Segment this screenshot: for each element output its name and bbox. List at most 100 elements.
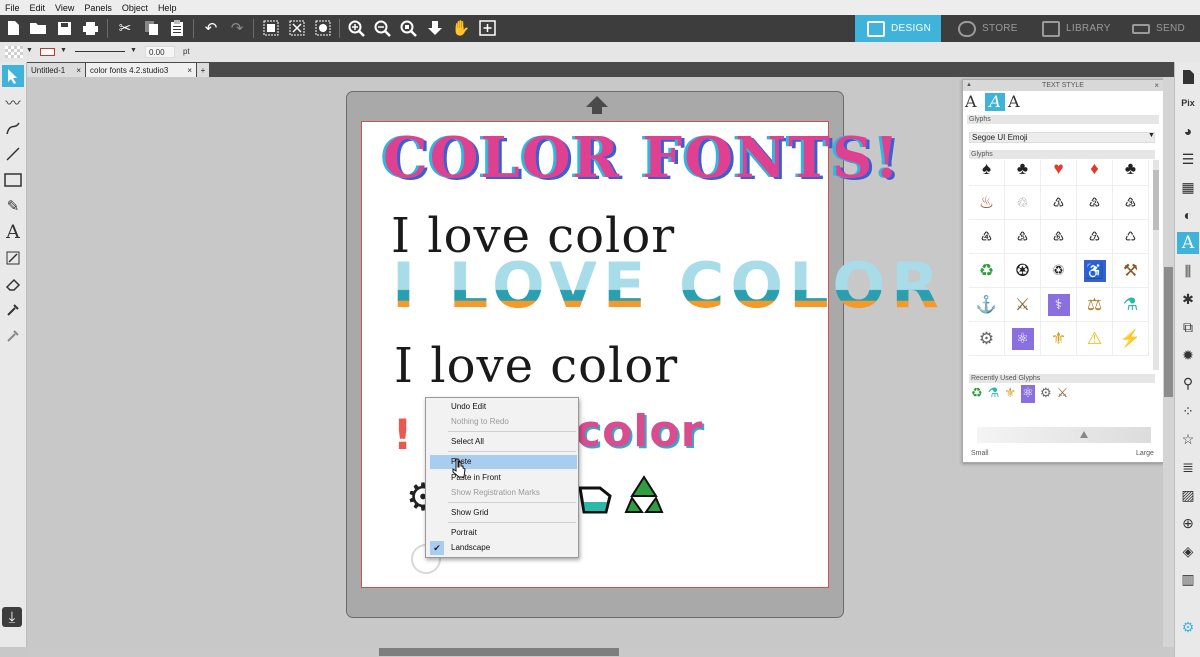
rhinestone-icon[interactable]: ◈ (1177, 540, 1199, 562)
line-color-swatch[interactable] (40, 48, 55, 56)
close-icon[interactable]: × (1154, 80, 1159, 91)
modify-icon[interactable]: ⧉ (1177, 316, 1199, 338)
fill-dropdown-icon[interactable]: ▼ (26, 47, 33, 54)
text-format-tab-icon[interactable]: A (965, 93, 983, 111)
menu-view[interactable]: View (55, 3, 74, 13)
hatch-icon[interactable]: ▨ (1177, 484, 1199, 506)
design-line-holly[interactable]: I love color (394, 338, 678, 394)
fill-pattern-icon[interactable]: ▦ (1177, 176, 1199, 198)
glyph-grid-scrollbar[interactable] (1153, 160, 1159, 370)
placed-potion-glyph[interactable] (578, 478, 614, 516)
glyph-cell[interactable]: ⚕ (1041, 288, 1077, 322)
placed-recycle-glyph[interactable] (622, 474, 666, 518)
menu-help[interactable]: Help (158, 3, 177, 13)
glyph-cell[interactable]: ⚔ (1005, 288, 1041, 322)
glyphs-tab-icon[interactable]: A (985, 93, 1005, 111)
settings-gear-icon[interactable]: ⚙ (1177, 616, 1199, 638)
copy-icon[interactable] (140, 17, 162, 39)
doc-tab-untitled[interactable]: Untitled-1 × (27, 63, 85, 77)
offset-icon[interactable]: ✹ (1177, 344, 1199, 366)
glyph-cell[interactable]: ⚓ (969, 288, 1005, 322)
text-style-icon[interactable]: A (1177, 232, 1199, 254)
glyph-cell[interactable]: ⚖ (1077, 288, 1113, 322)
menu-edit[interactable]: Edit (30, 3, 46, 13)
glyph-cell[interactable]: ♿ (1077, 254, 1113, 288)
tab-send[interactable]: SEND (1120, 15, 1200, 42)
pen-tool-icon[interactable] (2, 325, 24, 347)
glyph-cell[interactable]: ♠ (969, 160, 1005, 186)
tab-design[interactable]: DESIGN (855, 15, 941, 42)
glyph-cell[interactable]: ♼ (1005, 254, 1041, 288)
new-tab-button[interactable]: + (197, 63, 209, 77)
tab-library[interactable]: LIBRARY (1030, 15, 1116, 42)
text-tool-icon[interactable]: A (2, 221, 24, 243)
recent-glyph[interactable]: ⚔ (1057, 385, 1069, 403)
web-icon[interactable]: ⊕ (1177, 512, 1199, 534)
favorites-star-icon[interactable]: ☆ (1177, 428, 1199, 450)
page-setup-icon[interactable] (1177, 66, 1199, 88)
recent-glyph[interactable]: ⚙ (1040, 385, 1052, 403)
trace-icon[interactable]: ⚲ (1177, 372, 1199, 394)
vertical-scrollbar[interactable] (1163, 77, 1174, 647)
print-icon[interactable] (79, 17, 101, 39)
knife-tool-icon[interactable] (2, 247, 24, 269)
design-line-snow[interactable]: I LOVE COLOR (392, 250, 945, 322)
line-width-input[interactable]: 0.00 (145, 46, 175, 58)
recent-glyph[interactable]: ⚗ (988, 385, 1000, 403)
collapse-icon[interactable]: ▲ (966, 80, 972, 91)
nesting-icon[interactable]: ▥ (1177, 568, 1199, 590)
glyph-cell[interactable]: ♹ (1077, 220, 1113, 254)
new-file-icon[interactable] (2, 17, 24, 39)
line-style-dropdown-icon[interactable]: ▼ (130, 47, 137, 54)
glyph-size-slider[interactable] (977, 427, 1151, 443)
replicate-icon[interactable]: ✱ (1177, 288, 1199, 310)
menu-show-grid[interactable]: Show Grid (427, 506, 577, 520)
glyph-cell[interactable]: ⚜ (1041, 322, 1077, 356)
glyph-cell[interactable]: ♦ (1077, 160, 1113, 186)
glyph-cell[interactable]: ♶ (969, 220, 1005, 254)
rectangle-tool-icon[interactable] (2, 169, 24, 191)
glyph-cell[interactable]: ♷ (1005, 220, 1041, 254)
menu-panels[interactable]: Panels (84, 3, 112, 13)
design-line-pattern-start[interactable]: ! (393, 410, 412, 459)
select-tool-icon[interactable] (2, 65, 24, 87)
recent-glyph[interactable]: ⚜ (1004, 385, 1016, 403)
save-icon[interactable] (53, 17, 75, 39)
spacing-tab-icon[interactable]: A (1008, 93, 1028, 111)
glyph-cell[interactable]: ⚡ (1113, 322, 1149, 356)
glyph-cell[interactable]: ⚒ (1113, 254, 1149, 288)
undo-icon[interactable]: ↶ (200, 17, 222, 39)
scrollbar-thumb[interactable] (379, 648, 619, 656)
menu-landscape[interactable]: Landscape (427, 541, 577, 555)
recent-glyph[interactable]: ♻ (971, 385, 983, 403)
close-icon[interactable]: × (76, 66, 81, 75)
glyph-cell[interactable]: ⚠ (1077, 322, 1113, 356)
edit-points-icon[interactable]: 〰 (2, 91, 24, 113)
curve-tool-icon[interactable] (2, 117, 24, 139)
open-folder-icon[interactable] (27, 17, 49, 39)
glyph-cell[interactable]: ♨ (969, 186, 1005, 220)
chevron-down-icon[interactable]: ▼ (1148, 132, 1155, 139)
tab-store[interactable]: STORE (946, 15, 1028, 42)
align-icon[interactable]: ⫼ (1177, 260, 1199, 282)
glyph-cell[interactable]: ⚗ (1113, 288, 1149, 322)
glyph-cell[interactable]: ♲ (1005, 186, 1041, 220)
glyph-cell[interactable]: ♵ (1113, 186, 1149, 220)
recent-glyph[interactable]: ⚛ (1020, 385, 1035, 403)
glyph-cell[interactable]: ♴ (1077, 186, 1113, 220)
glyph-cell[interactable]: ⚙ (969, 322, 1005, 356)
redo-icon[interactable]: ↷ (226, 17, 248, 39)
design-title[interactable]: COLOR FONTS! (383, 128, 901, 188)
add-page-icon[interactable] (476, 17, 498, 39)
pixscan-icon[interactable]: Pix (1177, 92, 1199, 114)
glyph-cell[interactable]: ♻ (969, 254, 1005, 288)
glyph-cell[interactable]: ♣ (1113, 160, 1149, 186)
cut-icon[interactable]: ✂ (114, 17, 136, 39)
glyph-cell[interactable]: ⚛ (1005, 322, 1041, 356)
design-line-pattern[interactable]: color (575, 406, 703, 457)
paste-icon[interactable] (166, 17, 188, 39)
sketch-icon[interactable]: ⁘ (1177, 400, 1199, 422)
fill-gradient-icon[interactable]: ◐ (1177, 204, 1199, 226)
menu-paste-in-front[interactable]: Paste in Front (427, 471, 577, 485)
line-tool-icon[interactable] (2, 143, 24, 165)
